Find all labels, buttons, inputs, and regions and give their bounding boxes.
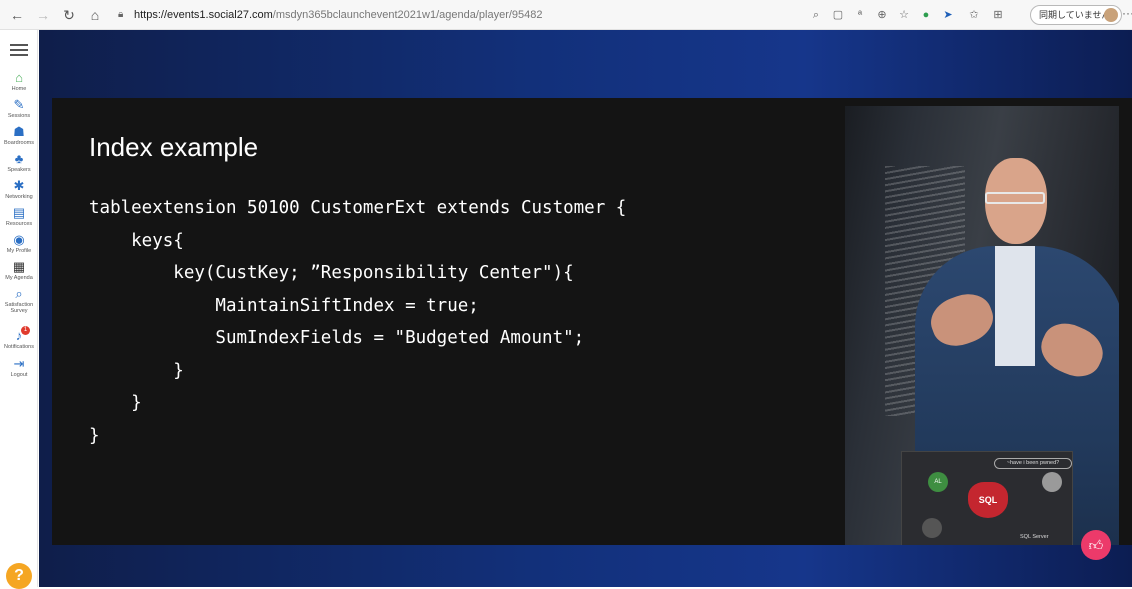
book-icon: ▤ — [12, 205, 26, 220]
url-host: https://events1.social27.com — [134, 9, 273, 21]
speaker-glasses — [985, 192, 1045, 204]
sidebar-item-label: Speakers — [7, 167, 31, 173]
bell-icon: ♪ — [15, 328, 23, 343]
laptop-sticker-bubble: ~have i been pwned? — [994, 458, 1072, 469]
favorite-add-icon[interactable]: ☆ — [896, 7, 912, 23]
sidebar-item-resources[interactable]: ▤ Resources — [0, 205, 38, 233]
network-icon: ✱ — [13, 178, 25, 193]
sidebar-item-label: Notifications — [4, 344, 34, 350]
address-bar[interactable]: 🔒︎ https://events1.social27.com/msdyn365… — [116, 5, 786, 25]
slide-code-block: tableextension 50100 CustomerExt extends… — [89, 198, 627, 446]
more-menu-icon[interactable]: ··· — [1122, 6, 1132, 20]
home-icon: ⌂ — [15, 70, 23, 85]
profile-icon: ◉ — [13, 232, 25, 247]
people-icon: ☗ — [13, 124, 25, 139]
read-aloud-icon[interactable]: ª — [852, 7, 868, 23]
sidebar-item-home[interactable]: ⌂ Home — [0, 70, 38, 98]
favorites-icon[interactable]: ✩ — [966, 7, 982, 23]
sidebar-item-logout[interactable]: ⇥ Logout — [0, 356, 38, 384]
search-icon[interactable]: ⌕ — [808, 7, 824, 23]
laptop-sticker-green: AL — [928, 472, 948, 492]
sync-label: 同期していません — [1039, 10, 1111, 20]
notification-badge: 1 — [21, 326, 30, 335]
url-path: /msdyn365bclaunchevent2021w1/agenda/play… — [272, 9, 543, 21]
sidebar-item-sessions[interactable]: ✎ Sessions — [0, 97, 38, 125]
laptop-sql-heart-sticker: SQL — [968, 482, 1008, 518]
calendar-icon: ▦ — [12, 259, 26, 274]
speaker-video: ~have i been pwned? AL SQL SQL Server — [845, 106, 1119, 545]
zoom-icon[interactable]: ⊕ — [874, 7, 890, 23]
video-player[interactable]: Index example tableextension 50100 Custo… — [39, 30, 1132, 587]
refresh-icon[interactable]: ↻ — [60, 6, 78, 24]
lock-icon: 🔒︎ — [118, 9, 124, 20]
sidebar-item-notifications[interactable]: ♪ 1 Notifications — [0, 326, 38, 356]
sidebar: ⌂ Home ✎ Sessions ☗ Boardrooms ♣ Speaker… — [0, 30, 38, 589]
collections-icon[interactable]: ⊞ — [990, 7, 1006, 23]
speaker-laptop: ~have i been pwned? AL SQL SQL Server — [901, 451, 1073, 545]
sidebar-item-label: My Agenda — [5, 275, 33, 281]
sidebar-item-label: Boardrooms — [4, 140, 34, 146]
survey-icon: ⌕ — [15, 286, 23, 301]
sidebar-item-speakers[interactable]: ♣ Speakers — [0, 151, 38, 179]
laptop-sticker-dark — [922, 518, 942, 538]
sidebar-item-label: Home — [11, 86, 27, 92]
extension-arrow-icon[interactable]: ➤ — [940, 7, 956, 23]
sidebar-item-label: Resources — [5, 221, 33, 227]
hamburger-menu-icon[interactable] — [10, 44, 28, 58]
sidebar-item-label: Sessions — [7, 113, 31, 119]
forward-icon[interactable]: → — [34, 6, 52, 24]
back-icon[interactable]: ← — [8, 6, 26, 24]
thumbs-up-icon: 👍︎ — [1088, 537, 1104, 553]
sidebar-item-networking[interactable]: ✱ Networking — [0, 178, 38, 206]
speaker-shirt — [995, 246, 1035, 366]
sidebar-item-satisfaction-survey[interactable]: ⌕ Satisfaction Survey — [0, 286, 38, 322]
laptop-sticker-grey — [1042, 472, 1062, 492]
home-icon[interactable]: ⌂ — [86, 6, 104, 24]
sidebar-item-boardrooms[interactable]: ☗ Boardrooms — [0, 124, 38, 152]
slide-title: Index example — [89, 132, 259, 162]
sidebar-item-my-profile[interactable]: ◉ My Profile — [0, 232, 38, 260]
speaker-icon: ♣ — [14, 151, 24, 166]
browser-toolbar: ← → ↻ ⌂ 🔒︎ https://events1.social27.com/… — [0, 0, 1132, 30]
avatar — [1104, 8, 1118, 22]
laptop-sql-server-sticker: SQL Server — [1020, 534, 1049, 540]
extension-green-icon[interactable]: ● — [918, 7, 934, 23]
sidebar-item-label: Networking — [5, 194, 33, 200]
sidebar-item-my-agenda[interactable]: ▦ My Agenda — [0, 259, 38, 287]
reader-icon[interactable]: ▢ — [830, 7, 846, 23]
sidebar-item-label: Satisfaction Survey — [4, 302, 34, 314]
pen-icon: ✎ — [13, 97, 25, 112]
logout-icon: ⇥ — [13, 356, 25, 371]
sidebar-item-label: My Profile — [6, 248, 32, 254]
like-button[interactable]: 👍︎ — [1081, 530, 1111, 560]
profile-sync-button[interactable]: 同期していません — [1030, 5, 1122, 25]
sidebar-item-label: Logout — [10, 372, 28, 378]
help-button[interactable]: ? — [6, 563, 32, 589]
